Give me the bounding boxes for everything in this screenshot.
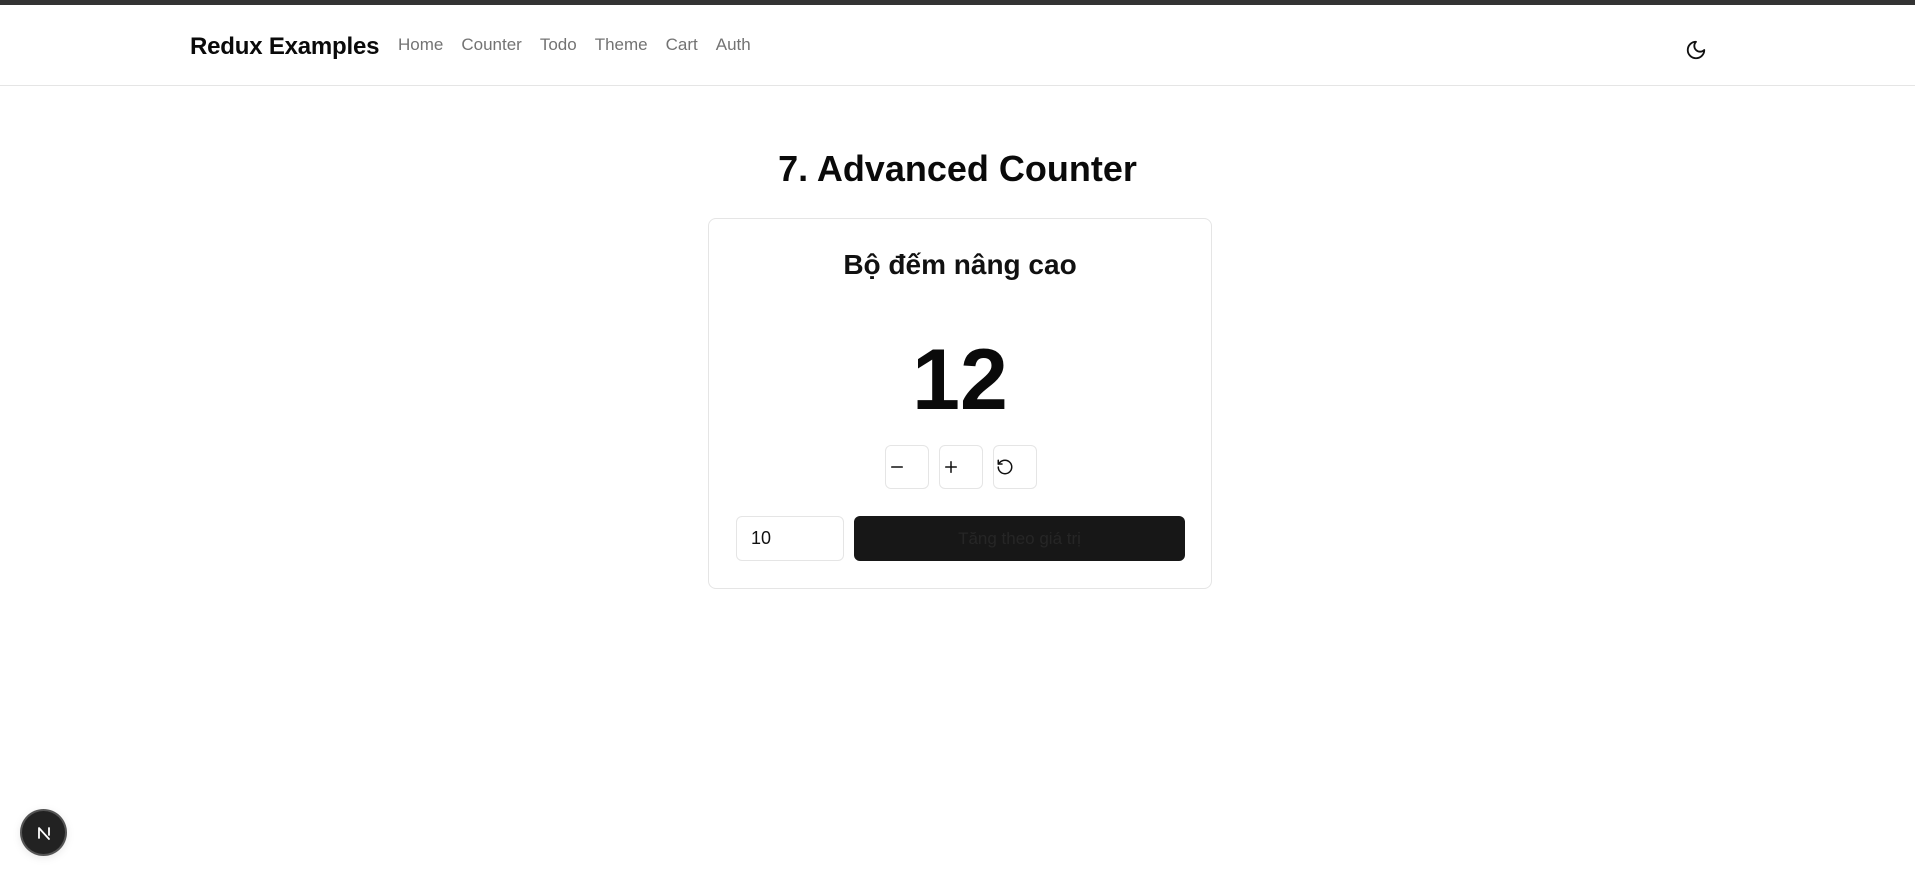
decrement-button[interactable] xyxy=(885,445,929,489)
advanced-counter-card: Bộ đếm nâng cao 12 Tăng theo giá trị xyxy=(708,218,1212,589)
nav-link-counter[interactable]: Counter xyxy=(461,35,521,55)
nextjs-devtools-badge[interactable] xyxy=(22,811,65,854)
nextjs-logo-icon xyxy=(37,826,50,840)
nav-link-home[interactable]: Home xyxy=(398,35,443,55)
nav-links: Home Counter Todo Theme Cart Auth xyxy=(398,35,751,55)
nav-link-cart[interactable]: Cart xyxy=(666,35,698,55)
nav-link-todo[interactable]: Todo xyxy=(540,35,577,55)
theme-toggle-button[interactable] xyxy=(1680,34,1712,66)
reset-button[interactable] xyxy=(993,445,1037,489)
plus-icon xyxy=(945,461,957,473)
counter-value: 12 xyxy=(912,332,1008,428)
minus-icon xyxy=(891,466,903,468)
rotate-ccw-icon xyxy=(997,459,1013,475)
increment-by-amount-button[interactable]: Tăng theo giá trị xyxy=(854,516,1185,561)
brand-title[interactable]: Redux Examples xyxy=(190,33,379,61)
navbar: Redux Examples Home Counter Todo Theme C… xyxy=(0,5,1915,86)
moon-icon xyxy=(1686,40,1706,60)
page-title: 7. Advanced Counter xyxy=(778,148,1137,189)
card-title: Bộ đếm nâng cao xyxy=(843,249,1077,280)
increment-amount-input[interactable] xyxy=(736,516,844,561)
nav-link-auth[interactable]: Auth xyxy=(716,35,751,55)
increment-button[interactable] xyxy=(939,445,983,489)
nav-link-theme[interactable]: Theme xyxy=(595,35,648,55)
